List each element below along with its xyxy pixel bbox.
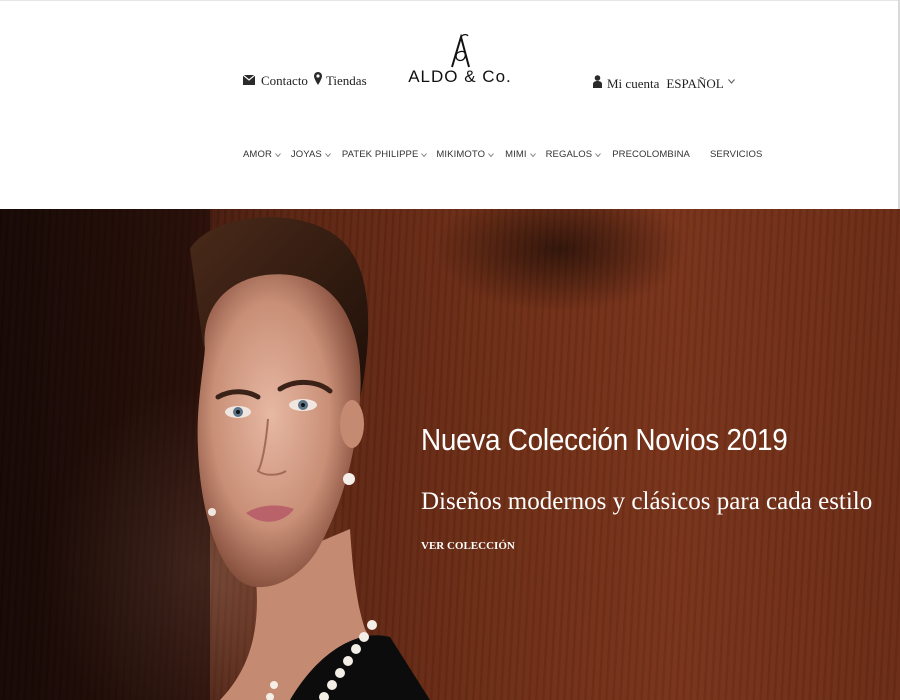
model-portrait-image bbox=[0, 209, 430, 700]
nav-item-label: PATEK PHILIPPE bbox=[341, 148, 419, 160]
chevron-down-icon bbox=[529, 149, 536, 160]
nav-item-label: MIKIMOTO bbox=[436, 148, 486, 160]
language-selector[interactable]: ESPAÑOL bbox=[666, 75, 735, 92]
nav-item-amor[interactable]: AMOR bbox=[243, 148, 281, 160]
stores-link[interactable]: Tiendas bbox=[313, 72, 367, 89]
hero-banner[interactable]: Nueva Colección Novios 2019 Diseños mode… bbox=[0, 209, 900, 700]
my-account-link[interactable]: Mi cuenta bbox=[607, 76, 659, 92]
nav-item-label: AMOR bbox=[243, 148, 272, 160]
nav-item-label: SERVICIOS bbox=[709, 148, 763, 160]
chevron-down-icon bbox=[595, 149, 602, 160]
nav-item-precolombina[interactable]: PRECOLOMBINA bbox=[612, 149, 690, 160]
contact-label: Contacto bbox=[261, 72, 308, 88]
hero-title: Nueva Colección Novios 2019 bbox=[421, 422, 788, 457]
nav-item-label: PRECOLOMBINA bbox=[612, 148, 690, 160]
stores-label: Tiendas bbox=[325, 72, 367, 88]
header-utility-links: Contacto Tiendas bbox=[242, 72, 367, 89]
view-collection-link[interactable]: VER COLECCIÓN bbox=[421, 540, 515, 552]
hero-subtitle: Diseños modernos y clásicos para cada es… bbox=[421, 488, 873, 515]
nav-item-label: JOYAS bbox=[290, 148, 322, 160]
chevron-down-icon bbox=[421, 149, 428, 160]
nav-item-servicios[interactable]: SERVICIOS bbox=[710, 149, 762, 160]
contact-link[interactable]: Contacto bbox=[242, 72, 308, 89]
chevron-down-icon bbox=[727, 72, 735, 88]
map-pin-icon bbox=[313, 72, 322, 89]
nav-item-joyas[interactable]: JOYAS bbox=[291, 148, 331, 160]
brand-logo[interactable]: ALDO & Co. bbox=[405, 33, 515, 97]
language-label: ESPAÑOL bbox=[666, 75, 724, 91]
nav-item-label: REGALOS bbox=[545, 148, 593, 160]
main-nav: AMOR JOYAS PATEK PHILIPPE MIKIMOTO MIMI … bbox=[243, 148, 762, 160]
nav-item-patek-philippe[interactable]: PATEK PHILIPPE bbox=[342, 148, 428, 160]
envelope-icon bbox=[242, 73, 256, 89]
logo-mark-icon bbox=[451, 33, 470, 68]
nav-item-regalos[interactable]: REGALOS bbox=[546, 148, 602, 160]
chevron-down-icon bbox=[325, 149, 331, 160]
nav-item-mimi[interactable]: MIMI bbox=[505, 148, 536, 160]
account-area: Mi cuenta ESPAÑOL bbox=[593, 75, 735, 92]
logo-wordmark: ALDO & Co. bbox=[408, 67, 512, 86]
chevron-down-icon bbox=[488, 149, 494, 160]
user-icon bbox=[593, 75, 602, 92]
site-header: Contacto Tiendas ALDO & Co. Mi cuenta ES… bbox=[0, 0, 900, 209]
nav-item-mikimoto[interactable]: MIKIMOTO bbox=[436, 148, 494, 160]
chevron-down-icon bbox=[275, 149, 281, 160]
header-top-divider bbox=[0, 0, 900, 1]
nav-item-label: MIMI bbox=[505, 148, 527, 160]
